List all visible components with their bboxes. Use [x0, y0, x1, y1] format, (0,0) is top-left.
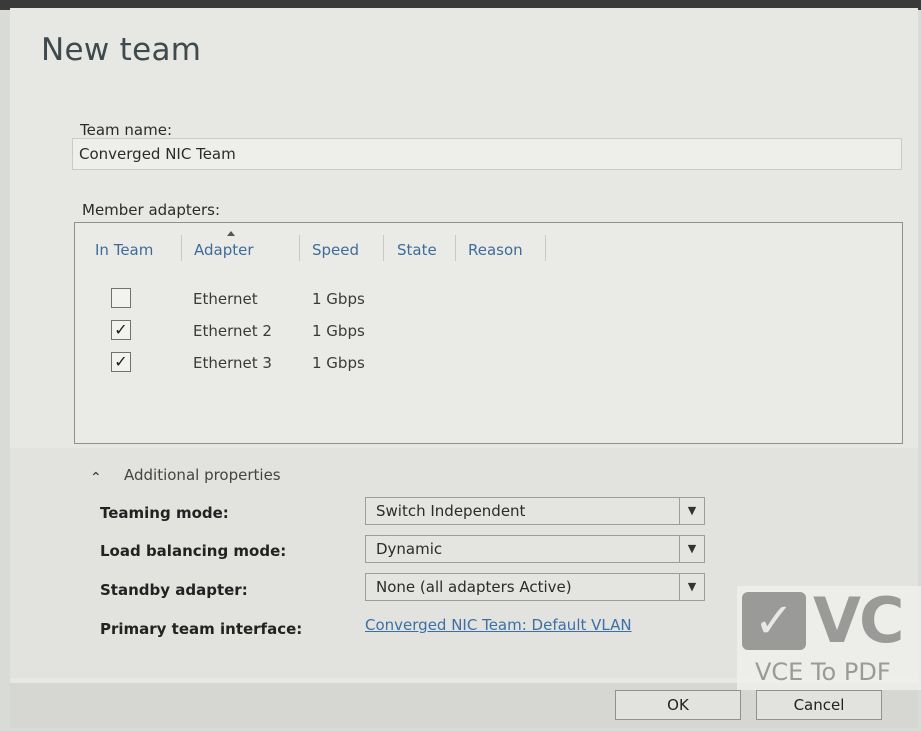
column-header-adapter[interactable]: Adapter — [194, 241, 254, 259]
standby-adapter-value: None (all adapters Active) — [376, 578, 572, 596]
adapter-speed: 1 Gbps — [312, 322, 365, 340]
adapter-row[interactable]: Ethernet 1 Gbps — [75, 286, 902, 314]
standby-adapter-label: Standby adapter: — [100, 581, 248, 599]
primary-interface-link[interactable]: Converged NIC Team: Default VLAN — [365, 616, 632, 634]
in-team-checkbox[interactable] — [111, 288, 131, 308]
header-divider — [383, 235, 384, 261]
adapter-row[interactable]: ✓ Ethernet 3 1 Gbps — [75, 350, 902, 378]
header-divider — [545, 235, 546, 261]
adapter-row[interactable]: ✓ Ethernet 2 1 Gbps — [75, 318, 902, 346]
cancel-button[interactable]: Cancel — [756, 690, 882, 720]
watermark: ✓ VC VCE To PDF — [737, 584, 921, 690]
adapter-name: Ethernet 3 — [193, 354, 272, 372]
sort-ascending-icon — [227, 231, 235, 236]
primary-interface-label: Primary team interface: — [100, 620, 303, 638]
adapter-speed: 1 Gbps — [312, 354, 365, 372]
adapter-name: Ethernet — [193, 290, 258, 308]
column-header-speed[interactable]: Speed — [312, 241, 359, 259]
team-name-label: Team name: — [80, 121, 173, 139]
teaming-mode-select[interactable]: Switch Independent ▼ — [365, 497, 705, 525]
adapter-speed: 1 Gbps — [312, 290, 365, 308]
column-header-in-team[interactable]: In Team — [95, 241, 153, 259]
in-team-checkbox[interactable]: ✓ — [111, 320, 131, 340]
adapter-name: Ethernet 2 — [193, 322, 272, 340]
column-header-reason[interactable]: Reason — [468, 241, 523, 259]
standby-adapter-select[interactable]: None (all adapters Active) ▼ — [365, 573, 705, 601]
chevron-up-icon[interactable]: ⌃ — [90, 470, 102, 486]
header-divider — [181, 235, 182, 261]
watermark-logo: VC — [813, 584, 904, 657]
teaming-mode-label: Teaming mode: — [100, 504, 229, 522]
chevron-down-icon[interactable]: ▼ — [679, 574, 704, 600]
column-header-state[interactable]: State — [397, 241, 437, 259]
team-name-value: Converged NIC Team — [79, 145, 236, 163]
dialog-title: New team — [41, 32, 202, 68]
load-balancing-value: Dynamic — [376, 540, 443, 558]
header-divider — [299, 235, 300, 261]
load-balancing-select[interactable]: Dynamic ▼ — [365, 535, 705, 563]
in-team-checkbox[interactable]: ✓ — [111, 352, 131, 372]
ok-button[interactable]: OK — [615, 690, 741, 720]
header-divider — [455, 235, 456, 261]
teaming-mode-value: Switch Independent — [376, 502, 526, 520]
team-name-input[interactable]: Converged NIC Team — [72, 138, 902, 170]
checkmark-icon: ✓ — [742, 592, 806, 650]
additional-properties-toggle[interactable]: Additional properties — [124, 466, 281, 484]
load-balancing-label: Load balancing mode: — [100, 542, 287, 560]
member-adapters-list[interactable]: In Team Adapter Speed State Reason Ether… — [74, 222, 903, 444]
chevron-down-icon[interactable]: ▼ — [679, 498, 704, 524]
watermark-text: VCE To PDF — [755, 658, 891, 686]
chevron-down-icon[interactable]: ▼ — [679, 536, 704, 562]
member-adapters-label: Member adapters: — [82, 201, 221, 219]
